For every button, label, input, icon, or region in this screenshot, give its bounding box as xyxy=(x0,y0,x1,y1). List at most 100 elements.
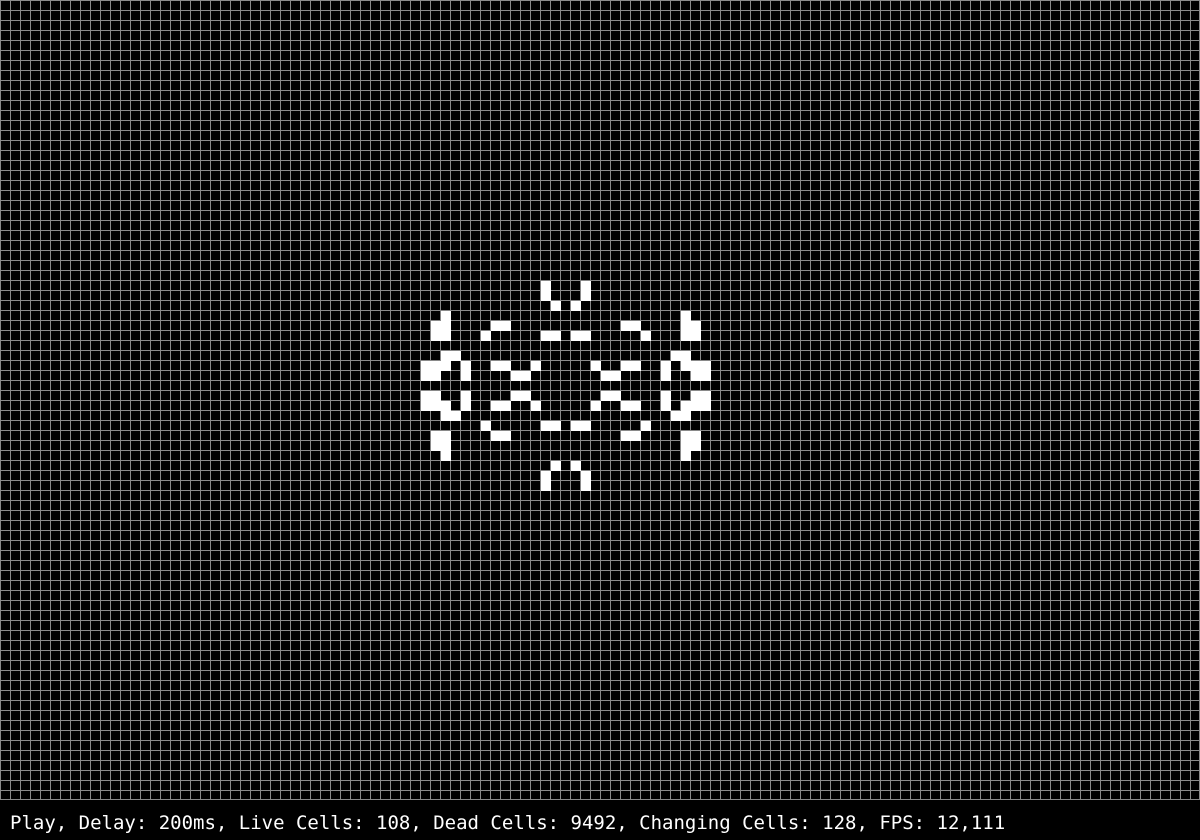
live-cell[interactable] xyxy=(431,361,441,371)
live-cell[interactable] xyxy=(631,321,641,331)
live-cell[interactable] xyxy=(541,281,551,291)
live-cell[interactable] xyxy=(581,471,591,481)
live-cell[interactable] xyxy=(581,481,591,491)
live-cell[interactable] xyxy=(681,451,691,461)
live-cell[interactable] xyxy=(451,351,461,361)
live-cell[interactable] xyxy=(431,391,441,401)
live-cell[interactable] xyxy=(631,401,641,411)
live-cell[interactable] xyxy=(441,401,451,411)
live-cell[interactable] xyxy=(491,431,501,441)
live-cell[interactable] xyxy=(681,311,691,321)
live-cell[interactable] xyxy=(671,351,681,361)
live-cell[interactable] xyxy=(491,321,501,331)
live-cell[interactable] xyxy=(591,361,601,371)
live-cell[interactable] xyxy=(421,371,431,381)
live-cell[interactable] xyxy=(571,461,581,471)
live-cell[interactable] xyxy=(681,351,691,361)
live-cell[interactable] xyxy=(541,421,551,431)
live-cell[interactable] xyxy=(431,321,441,331)
live-cell[interactable] xyxy=(441,411,451,421)
live-cell[interactable] xyxy=(591,401,601,411)
live-cell[interactable] xyxy=(491,361,501,371)
live-cell[interactable] xyxy=(631,361,641,371)
live-cell[interactable] xyxy=(681,321,691,331)
live-cell[interactable] xyxy=(431,401,441,411)
live-cell[interactable] xyxy=(421,401,431,411)
live-cell[interactable] xyxy=(441,361,451,371)
live-cell[interactable] xyxy=(581,421,591,431)
live-cell[interactable] xyxy=(551,331,561,341)
live-cell[interactable] xyxy=(481,421,491,431)
live-cell[interactable] xyxy=(541,471,551,481)
live-cell[interactable] xyxy=(501,321,511,331)
live-cell[interactable] xyxy=(571,301,581,311)
live-cell[interactable] xyxy=(661,391,671,401)
live-cell[interactable] xyxy=(691,361,701,371)
live-cell[interactable] xyxy=(461,371,471,381)
live-cell[interactable] xyxy=(441,321,451,331)
live-cell[interactable] xyxy=(611,391,621,401)
live-cell[interactable] xyxy=(701,391,711,401)
live-cell[interactable] xyxy=(681,361,691,371)
live-cell[interactable] xyxy=(621,321,631,331)
live-cell[interactable] xyxy=(621,361,631,371)
live-cell[interactable] xyxy=(681,431,691,441)
live-cell[interactable] xyxy=(681,411,691,421)
live-cell[interactable] xyxy=(621,401,631,411)
live-cell[interactable] xyxy=(431,431,441,441)
live-cell[interactable] xyxy=(621,431,631,441)
live-cell[interactable] xyxy=(451,411,461,421)
live-cell[interactable] xyxy=(441,331,451,341)
live-cell[interactable] xyxy=(521,371,531,381)
live-cell[interactable] xyxy=(541,481,551,491)
game-board[interactable] xyxy=(0,0,1200,800)
live-cell[interactable] xyxy=(421,361,431,371)
live-cell[interactable] xyxy=(691,401,701,411)
live-cell[interactable] xyxy=(641,421,651,431)
live-cell[interactable] xyxy=(551,301,561,311)
live-cell[interactable] xyxy=(481,331,491,341)
live-cell[interactable] xyxy=(701,401,711,411)
live-cell[interactable] xyxy=(661,371,671,381)
live-cell[interactable] xyxy=(641,331,651,341)
live-cell[interactable] xyxy=(441,351,451,361)
live-cell[interactable] xyxy=(691,391,701,401)
live-cell[interactable] xyxy=(691,331,701,341)
live-cell[interactable] xyxy=(501,431,511,441)
live-cell[interactable] xyxy=(701,361,711,371)
live-cell[interactable] xyxy=(691,431,701,441)
live-cell[interactable] xyxy=(611,371,621,381)
live-cell[interactable] xyxy=(531,361,541,371)
live-cell[interactable] xyxy=(581,331,591,341)
live-cell[interactable] xyxy=(491,401,501,411)
live-cell[interactable] xyxy=(461,391,471,401)
live-cell[interactable] xyxy=(691,321,701,331)
live-cell[interactable] xyxy=(571,421,581,431)
live-cell[interactable] xyxy=(691,441,701,451)
live-cell[interactable] xyxy=(681,331,691,341)
live-cell[interactable] xyxy=(421,391,431,401)
live-cell[interactable] xyxy=(441,451,451,461)
live-cell[interactable] xyxy=(541,291,551,301)
live-cell[interactable] xyxy=(601,391,611,401)
live-cell[interactable] xyxy=(441,441,451,451)
live-cell[interactable] xyxy=(601,371,611,381)
live-cell[interactable] xyxy=(501,401,511,411)
live-cell[interactable] xyxy=(521,391,531,401)
live-cell[interactable] xyxy=(511,371,521,381)
live-cell[interactable] xyxy=(551,461,561,471)
live-cell[interactable] xyxy=(581,281,591,291)
live-cell[interactable] xyxy=(431,331,441,341)
live-cell[interactable] xyxy=(461,361,471,371)
live-cell[interactable] xyxy=(511,391,521,401)
live-cell[interactable] xyxy=(461,401,471,411)
live-cell[interactable] xyxy=(431,441,441,451)
live-cell[interactable] xyxy=(541,331,551,341)
live-cell[interactable] xyxy=(661,361,671,371)
live-cell[interactable] xyxy=(551,421,561,431)
live-cell[interactable] xyxy=(501,361,511,371)
live-cell[interactable] xyxy=(701,371,711,381)
live-cell[interactable] xyxy=(581,291,591,301)
live-cell[interactable] xyxy=(441,311,451,321)
live-cell[interactable] xyxy=(441,431,451,441)
